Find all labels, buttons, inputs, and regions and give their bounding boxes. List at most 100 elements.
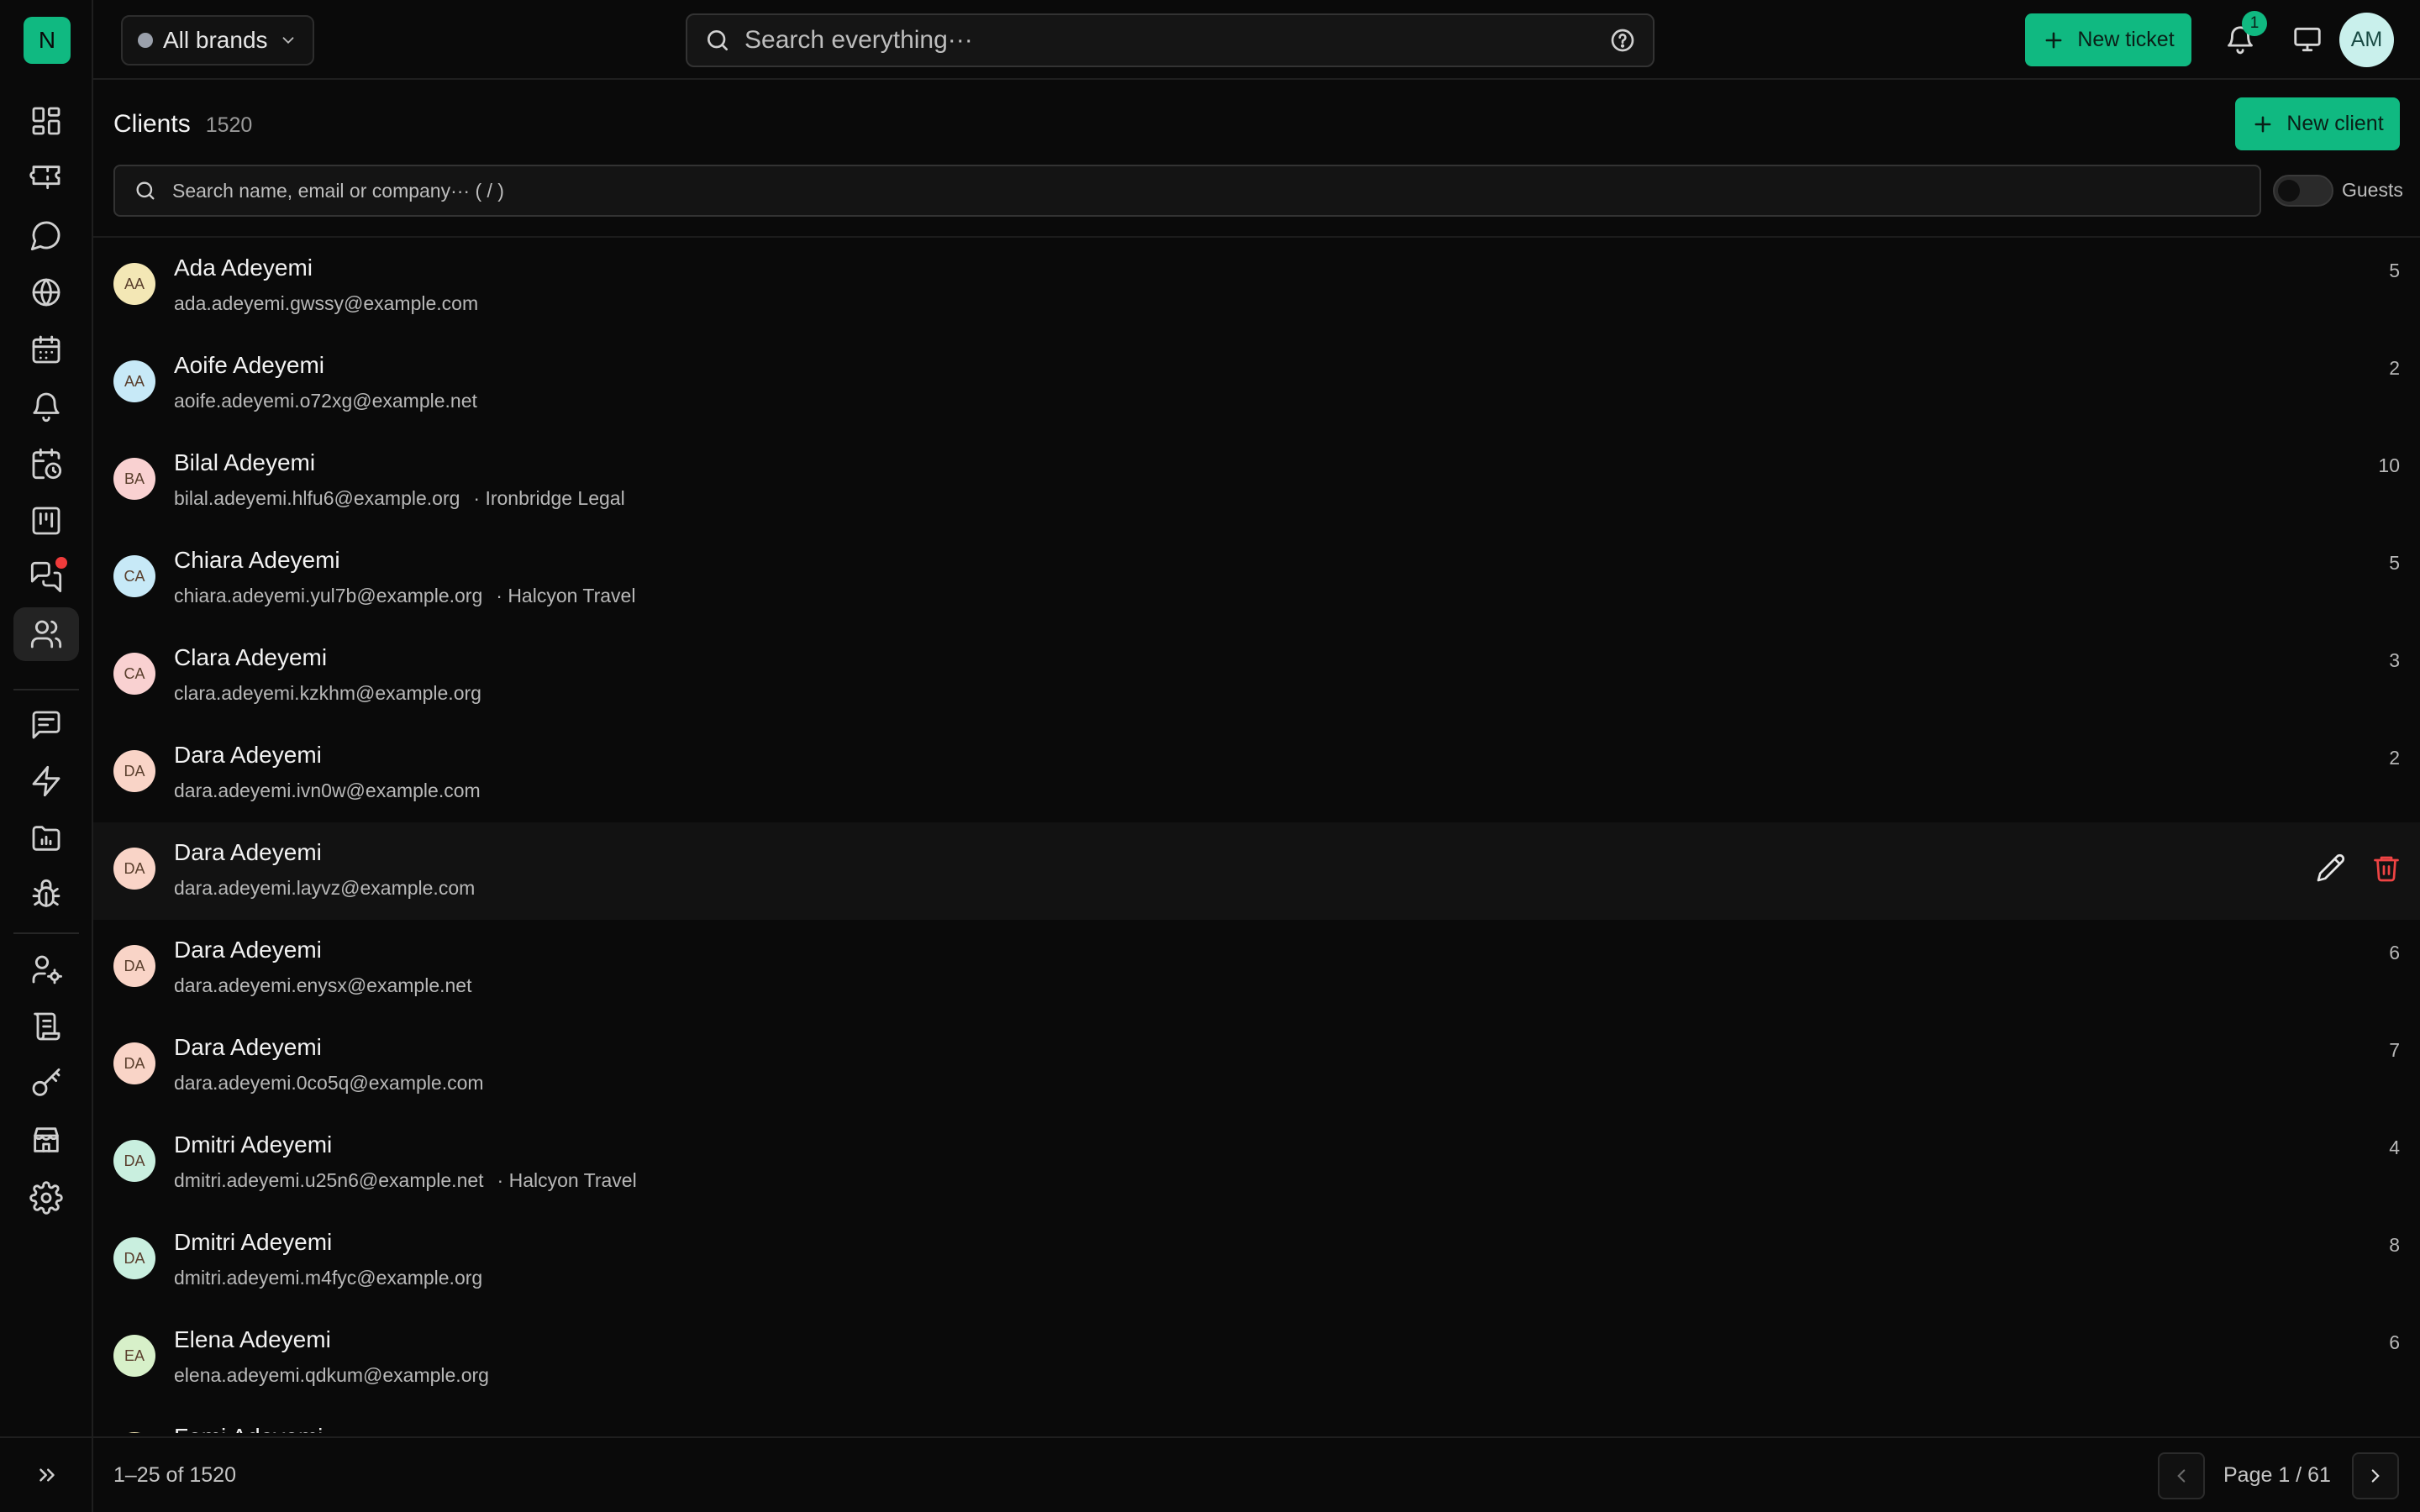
result-range: 1–25 of 1520 xyxy=(113,1463,236,1487)
avatar: EA xyxy=(113,1335,155,1377)
sidebar-item-scroll[interactable] xyxy=(13,1000,79,1053)
logo-letter: N xyxy=(38,27,56,53)
avatar: DA xyxy=(113,750,155,792)
app-logo[interactable]: N xyxy=(24,17,71,64)
dashboard-icon xyxy=(32,107,60,135)
sidebar-item-globe[interactable] xyxy=(13,265,79,319)
pagination-footer: 1–25 of 1520 Page 1 / 61 xyxy=(93,1436,2420,1512)
ticket-count: 3 xyxy=(2389,649,2400,671)
client-name: Dara Adeyemi xyxy=(174,839,322,865)
avatar: DA xyxy=(113,1140,155,1182)
sidebar-item-calendar[interactable] xyxy=(13,323,79,376)
client-name: Chiara Adeyemi xyxy=(174,547,340,573)
avatar-initials: CA xyxy=(124,664,145,682)
sidebar-item-lightning[interactable] xyxy=(13,754,79,808)
avatar-initials: DA xyxy=(124,859,145,877)
table-row[interactable]: DA Dmitri Adeyemi dmitri.adeyemi.m4fyc@exa… xyxy=(93,1212,2420,1310)
avatar: AA xyxy=(113,263,155,305)
new-client-button[interactable]: New client xyxy=(2235,97,2400,150)
ticket-count: 10 xyxy=(2378,454,2400,476)
client-email: ada.adeyemi.gwssy@example.com xyxy=(174,292,479,314)
sidebar-item-users[interactable] xyxy=(13,607,79,661)
sidebar-item-reports-folder[interactable] xyxy=(13,811,79,865)
app-root: N All brands New ticket 1 AM xyxy=(0,0,2420,1512)
chevron-right-icon xyxy=(2371,1469,2380,1483)
user-cog-icon xyxy=(32,955,62,984)
user-avatar[interactable]: AM xyxy=(2339,13,2394,67)
help-circle-icon[interactable] xyxy=(1609,27,1636,54)
brand-filter-select[interactable]: All brands xyxy=(121,15,314,66)
client-meta: ada.adeyemi.gwssy@example.com xyxy=(174,292,478,315)
sidebar-item-dashboard[interactable] xyxy=(13,94,79,148)
avatar: CA xyxy=(113,653,155,695)
client-name: Clara Adeyemi xyxy=(174,644,328,670)
chevron-down-icon xyxy=(282,37,294,45)
table-row[interactable]: BA Bilal Adeyemi bilal.adeyemi.hlfu6@examp… xyxy=(93,433,2420,530)
kanban-icon xyxy=(32,507,60,535)
table-row[interactable]: CA Chiara Adeyemi chiara.adeyemi.yul7b@exa… xyxy=(93,530,2420,627)
sidebar-item-key[interactable] xyxy=(13,1057,79,1110)
client-meta: chiara.adeyemi.yul7b@example.org · Halcyo… xyxy=(174,585,635,607)
client-meta: dara.adeyemi.ivn0w@example.com xyxy=(174,780,481,802)
sidebar-item-calendar-clock[interactable] xyxy=(13,437,79,491)
client-email: chiara.adeyemi.yul7b@example.org xyxy=(174,585,483,606)
sidebar-divider xyxy=(13,932,79,934)
avatar-initials: CA xyxy=(124,567,145,585)
client-email: clara.adeyemi.kzkhm@example.org xyxy=(174,682,481,704)
chat-bubble-icon xyxy=(30,221,60,251)
sidebar-item-message-square-text[interactable] xyxy=(13,698,79,752)
page-title: Clients xyxy=(113,110,191,138)
client-meta: clara.adeyemi.kzkhm@example.org xyxy=(174,682,481,705)
sidebar-item-ticket[interactable] xyxy=(13,151,79,205)
sidebar-item-chat-bubble[interactable] xyxy=(13,208,79,262)
sidebar-item-kanban[interactable] xyxy=(13,494,79,548)
guests-toggle[interactable] xyxy=(2273,175,2333,207)
avatar-initials: DA xyxy=(124,1152,145,1169)
table-row[interactable]: FA Femi Adeyemi 10 xyxy=(93,1407,2420,1433)
client-email: dara.adeyemi.0co5q@example.com xyxy=(174,1072,484,1094)
client-meta: dara.adeyemi.layvz@example.com xyxy=(174,877,475,900)
new-ticket-button[interactable]: New ticket xyxy=(2025,13,2191,66)
next-page-button[interactable] xyxy=(2352,1452,2399,1499)
table-row[interactable]: AA Ada Adeyemi ada.adeyemi.gwssy@example.c… xyxy=(93,238,2420,335)
global-search-input[interactable] xyxy=(744,26,1596,55)
client-name: Femi Adeyemi xyxy=(174,1424,323,1433)
client-email: dara.adeyemi.enysx@example.net xyxy=(174,974,472,996)
avatar: BA xyxy=(113,458,155,500)
sidebar-item-gear[interactable] xyxy=(13,1171,79,1225)
table-row[interactable]: DA Dara Adeyemi dara.adeyemi.ivn0w@example… xyxy=(93,725,2420,822)
brand-color-dot xyxy=(138,33,153,48)
client-name: Ada Adeyemi xyxy=(174,255,313,281)
expand-sidebar-button[interactable] xyxy=(24,1452,71,1499)
reports-folder-icon xyxy=(32,826,60,851)
client-search-input[interactable] xyxy=(172,179,2241,202)
table-row[interactable]: CA Clara Adeyemi clara.adeyemi.kzkhm@examp… xyxy=(93,627,2420,725)
sidebar-item-bug[interactable] xyxy=(13,868,79,921)
notifications-button[interactable]: 1 xyxy=(2217,11,2267,63)
delete-button[interactable] xyxy=(2371,853,2402,883)
client-list: AA Ada Adeyemi ada.adeyemi.gwssy@example.c… xyxy=(93,238,2420,1433)
edit-button[interactable] xyxy=(2316,853,2346,883)
row-actions xyxy=(2316,853,2402,883)
table-row[interactable]: DA Dara Adeyemi dara.adeyemi.layvz@example… xyxy=(93,822,2420,920)
table-row[interactable]: EA Elena Adeyemi elena.adeyemi.qdkum@examp… xyxy=(93,1310,2420,1407)
ticket-count: 5 xyxy=(2389,260,2400,281)
previous-page-button[interactable] xyxy=(2158,1452,2205,1499)
sidebar-item-store[interactable] xyxy=(13,1113,79,1167)
globe-icon xyxy=(32,278,60,307)
ticket-count: 2 xyxy=(2389,357,2400,379)
avatar-initials: AA xyxy=(124,372,145,390)
table-row[interactable]: DA Dara Adeyemi dara.adeyemi.enysx@example… xyxy=(93,920,2420,1017)
table-row[interactable]: DA Dara Adeyemi dara.adeyemi.0co5q@example… xyxy=(93,1017,2420,1115)
table-row[interactable]: DA Dmitri Adeyemi dmitri.adeyemi.u25n6@exa… xyxy=(93,1115,2420,1212)
ticket-icon xyxy=(29,165,60,190)
client-name: Dmitri Adeyemi xyxy=(174,1229,333,1255)
table-row[interactable]: AA Aoife Adeyemi aoife.adeyemi.o72xg@examp… xyxy=(93,335,2420,433)
key-icon xyxy=(32,1068,60,1096)
sidebar-item-messages[interactable] xyxy=(13,550,79,604)
sidebar-item-bell[interactable] xyxy=(13,380,79,433)
sidebar-item-user-cog[interactable] xyxy=(13,942,79,996)
client-email: dmitri.adeyemi.m4fyc@example.org xyxy=(174,1267,483,1289)
ticket-count: 8 xyxy=(2389,1234,2400,1256)
display-button[interactable] xyxy=(2284,16,2331,63)
